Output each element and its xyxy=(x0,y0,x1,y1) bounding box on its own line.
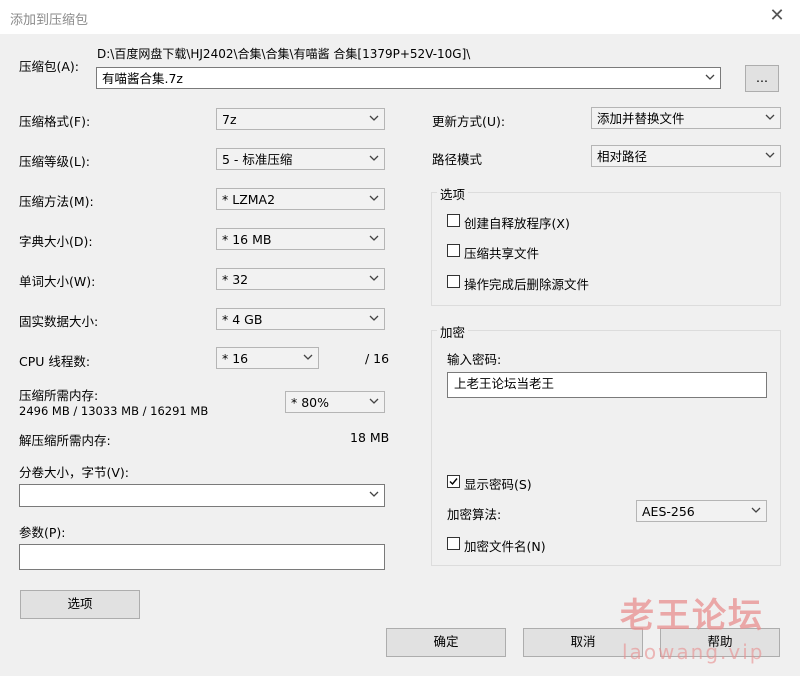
options-group-title: 选项 xyxy=(437,184,469,203)
decomp-value: 18 MB xyxy=(350,430,390,445)
threads-combo[interactable]: * 16 xyxy=(216,347,319,369)
encryption-group-title: 加密 xyxy=(437,322,469,341)
show-password-checkbox[interactable] xyxy=(447,475,460,488)
delete-label: 操作完成后删除源文件 xyxy=(464,277,590,292)
volume-combo[interactable] xyxy=(19,484,385,507)
shared-label: 压缩共享文件 xyxy=(464,246,540,261)
archive-name-combo[interactable]: 有喵酱合集.7z xyxy=(96,67,721,89)
chevron-down-icon xyxy=(364,189,384,209)
chevron-down-icon xyxy=(364,229,384,249)
algo-value: AES-256 xyxy=(642,504,695,519)
checkmark-icon xyxy=(449,478,458,486)
archive-path: D:\百度网盘下载\HJ2402\合集\合集\有喵酱 合集[1379P+52V-… xyxy=(97,47,471,61)
level-combo[interactable]: 5 - 标准压缩 xyxy=(216,148,385,170)
algo-combo[interactable]: AES-256 xyxy=(636,500,767,522)
chevron-down-icon xyxy=(298,348,318,368)
word-combo[interactable]: * 32 xyxy=(216,268,385,290)
options-button[interactable]: 选项 xyxy=(20,590,140,619)
close-button[interactable]: ✕ xyxy=(766,4,788,28)
chevron-down-icon xyxy=(364,269,384,289)
level-label: 压缩等级(L): xyxy=(19,154,90,169)
method-label: 压缩方法(M): xyxy=(19,194,94,209)
show-password-label: 显示密码(S) xyxy=(464,477,532,492)
format-label: 压缩格式(F): xyxy=(19,114,91,129)
dict-value: * 16 MB xyxy=(222,232,272,247)
chevron-down-icon xyxy=(760,146,780,166)
pathmode-label: 路径模式 xyxy=(432,152,483,167)
pathmode-value: 相对路径 xyxy=(597,149,648,164)
method-combo[interactable]: * LZMA2 xyxy=(216,188,385,210)
threads-value: * 16 xyxy=(222,351,249,366)
title-bar xyxy=(0,0,800,34)
close-icon: ✕ xyxy=(769,5,785,26)
volume-label: 分卷大小，字节(V): xyxy=(19,465,130,480)
level-value: 5 - 标准压缩 xyxy=(222,152,293,167)
chevron-down-icon xyxy=(364,309,384,329)
sfx-checkbox[interactable] xyxy=(447,214,460,227)
threads-label: CPU 线程数: xyxy=(19,354,91,369)
window-title: 添加到压缩包 xyxy=(10,13,89,28)
pathmode-combo[interactable]: 相对路径 xyxy=(591,145,781,167)
encrypt-names-label: 加密文件名(N) xyxy=(464,539,546,554)
word-value: * 32 xyxy=(222,272,249,287)
threads-max: / 16 xyxy=(365,351,390,366)
ok-button[interactable]: 确定 xyxy=(386,628,506,657)
chevron-down-icon xyxy=(760,108,780,128)
dict-label: 字典大小(D): xyxy=(19,234,93,249)
params-input[interactable] xyxy=(19,544,385,570)
update-value: 添加并替换文件 xyxy=(597,111,685,126)
watermark-url: laowang.vip xyxy=(622,640,765,664)
format-value: 7z xyxy=(222,112,237,127)
sfx-label: 创建自释放程序(X) xyxy=(464,216,570,231)
memory-combo[interactable]: * 80% xyxy=(285,391,385,413)
chevron-down-icon xyxy=(364,149,384,169)
algo-label: 加密算法: xyxy=(447,507,502,522)
params-label: 参数(P): xyxy=(19,525,66,540)
dict-combo[interactable]: * 16 MB xyxy=(216,228,385,250)
password-input[interactable]: 上老王论坛当老王 xyxy=(447,372,767,398)
decomp-label: 解压缩所需内存: xyxy=(19,433,111,448)
watermark-text: 老王论坛 xyxy=(620,596,764,636)
chevron-down-icon xyxy=(364,392,384,412)
format-combo[interactable]: 7z xyxy=(216,108,385,130)
method-value: * LZMA2 xyxy=(222,192,276,207)
solid-label: 固实数据大小: xyxy=(19,314,99,329)
chevron-down-icon xyxy=(746,501,766,521)
memory-detail: 2496 MB / 13033 MB / 16291 MB xyxy=(19,404,209,418)
delete-checkbox[interactable] xyxy=(447,275,460,288)
chevron-down-icon xyxy=(700,68,720,88)
update-label: 更新方式(U): xyxy=(432,114,506,129)
encrypt-names-checkbox[interactable] xyxy=(447,537,460,550)
memory-label: 压缩所需内存: xyxy=(19,388,99,403)
word-label: 单词大小(W): xyxy=(19,274,96,289)
shared-checkbox[interactable] xyxy=(447,244,460,257)
password-label: 输入密码: xyxy=(447,352,502,367)
solid-combo[interactable]: * 4 GB xyxy=(216,308,385,330)
chevron-down-icon xyxy=(364,485,384,505)
browse-button[interactable]: ... xyxy=(745,65,779,92)
chevron-down-icon xyxy=(364,109,384,129)
solid-value: * 4 GB xyxy=(222,312,263,327)
update-combo[interactable]: 添加并替换文件 xyxy=(591,107,781,129)
archive-name-value: 有喵酱合集.7z xyxy=(102,71,183,86)
memory-value: * 80% xyxy=(291,395,330,410)
archive-label: 压缩包(A): xyxy=(19,59,80,74)
